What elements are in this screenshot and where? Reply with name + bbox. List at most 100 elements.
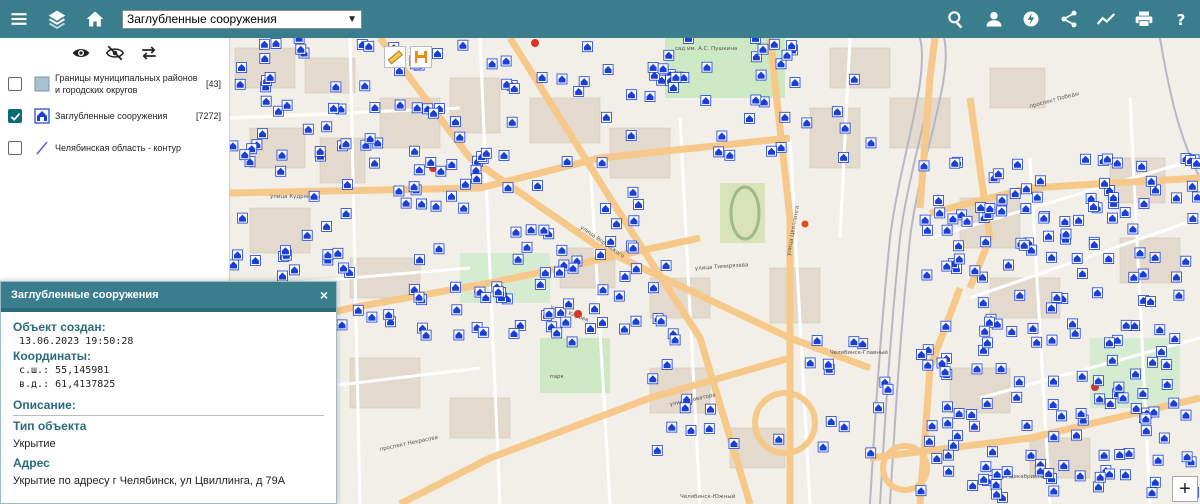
shelter-marker[interactable] [1134,247,1146,259]
shelter-marker[interactable] [984,316,995,328]
shelter-marker[interactable] [984,203,996,215]
shelter-marker[interactable] [971,363,983,375]
shelter-marker[interactable] [471,173,483,185]
shelter-marker[interactable] [648,282,659,294]
shelter-marker[interactable] [804,357,816,369]
shelter-marker[interactable] [289,264,300,276]
shelter-marker[interactable] [556,244,568,256]
shelter-marker[interactable] [1093,481,1104,493]
shelter-marker[interactable] [232,249,243,261]
shelter-marker[interactable] [342,179,353,190]
shelter-marker[interactable] [270,38,282,49]
shelter-marker[interactable] [1127,223,1139,235]
shelter-marker[interactable] [848,336,860,348]
shelter-marker[interactable] [655,315,667,327]
shelter-marker[interactable] [618,323,630,335]
shelter-marker[interactable] [1192,191,1200,203]
shelter-marker[interactable] [661,359,673,371]
shelter-marker[interactable] [328,102,339,114]
map-view[interactable]: улица Кудрякова улица Тимирязева улица К… [230,38,1200,504]
shelter-marker[interactable] [413,291,425,303]
shelter-marker[interactable] [786,40,797,51]
layer-row-region[interactable]: Челябинская область - контур [0,132,229,164]
shelter-marker[interactable] [1021,183,1032,195]
shelter-marker[interactable] [249,255,261,266]
shelter-marker[interactable] [801,117,813,129]
shelter-marker[interactable] [277,270,288,282]
shelter-marker[interactable] [628,215,640,227]
shelter-marker[interactable] [1120,469,1131,481]
shelter-marker[interactable] [383,309,395,321]
shelter-marker[interactable] [633,199,644,210]
zoom-in-button[interactable]: + [1172,476,1198,502]
shelter-marker[interactable] [669,334,681,346]
shelter-marker[interactable] [1046,251,1057,263]
shelter-marker[interactable] [259,53,271,64]
shelter-marker[interactable] [750,38,761,44]
shelter-marker[interactable] [996,205,1008,217]
shelter-marker[interactable] [597,284,609,296]
shelter-marker[interactable] [1013,376,1025,388]
shelter-marker[interactable] [1117,392,1129,404]
shelter-marker[interactable] [1094,393,1106,405]
shelter-marker[interactable] [1106,354,1118,366]
shelter-marker[interactable] [1001,466,1013,478]
shelter-marker[interactable] [1136,160,1148,172]
shelter-marker[interactable] [1051,291,1063,303]
shelter-marker[interactable] [933,195,944,206]
shelter-marker[interactable] [953,240,964,252]
shelter-marker[interactable] [536,72,548,83]
shelter-marker[interactable] [280,245,291,257]
shelter-marker[interactable] [873,402,884,414]
shelter-marker[interactable] [1154,324,1166,336]
shelter-marker[interactable] [990,479,1002,491]
print-icon[interactable] [1125,0,1163,38]
shelter-marker[interactable] [532,180,544,192]
shelter-marker[interactable] [926,420,938,432]
shelter-marker[interactable] [1003,259,1014,271]
shelter-marker[interactable] [543,308,555,320]
shelter-marker[interactable] [1031,191,1043,203]
shelter-marker[interactable] [1114,449,1126,460]
shelter-marker[interactable] [969,265,981,277]
shelter-marker[interactable] [657,63,669,75]
shelter-marker[interactable] [508,328,520,339]
shelter-marker[interactable] [625,130,637,141]
shelter-marker[interactable] [865,447,877,459]
shelter-marker[interactable] [713,146,725,158]
shelter-marker[interactable] [1092,287,1103,299]
shelter-marker[interactable] [663,49,675,61]
shelter-marker[interactable] [1130,368,1141,380]
user-icon[interactable] [975,0,1013,38]
shelter-marker[interactable] [1149,476,1161,488]
shelter-marker[interactable] [1108,192,1119,204]
shelter-marker[interactable] [508,83,520,94]
shelter-marker[interactable] [416,198,428,210]
layer-select[interactable]: Заглубленные сооружения ▼ [122,9,362,29]
shelter-marker[interactable] [332,247,344,259]
shelter-marker[interactable] [627,186,639,198]
shelter-marker[interactable] [1104,468,1115,480]
shelter-marker[interactable] [308,190,320,202]
layers-icon[interactable] [38,0,76,38]
shelter-marker[interactable] [420,329,432,341]
shelter-marker[interactable] [1173,289,1185,301]
shelter-marker[interactable] [1043,468,1055,480]
shelter-marker[interactable] [1120,319,1132,331]
shelter-marker[interactable] [585,323,596,334]
shelter-marker[interactable] [969,420,980,432]
shelter-marker[interactable] [838,421,850,433]
layer-checkbox-shelters[interactable] [8,109,22,123]
shelter-marker[interactable] [773,433,785,445]
shelter-marker[interactable] [1035,175,1046,187]
shelter-marker[interactable] [943,465,955,477]
shelter-marker[interactable] [1077,268,1088,280]
shelter-marker[interactable] [724,149,736,161]
shelter-marker[interactable] [1161,378,1173,390]
shelter-marker[interactable] [882,383,894,395]
shelter-marker[interactable] [600,111,612,123]
shelter-marker[interactable] [1149,251,1161,263]
shelter-marker[interactable] [314,146,326,157]
shelter-marker[interactable] [1140,425,1152,437]
shelter-marker[interactable] [942,401,953,413]
